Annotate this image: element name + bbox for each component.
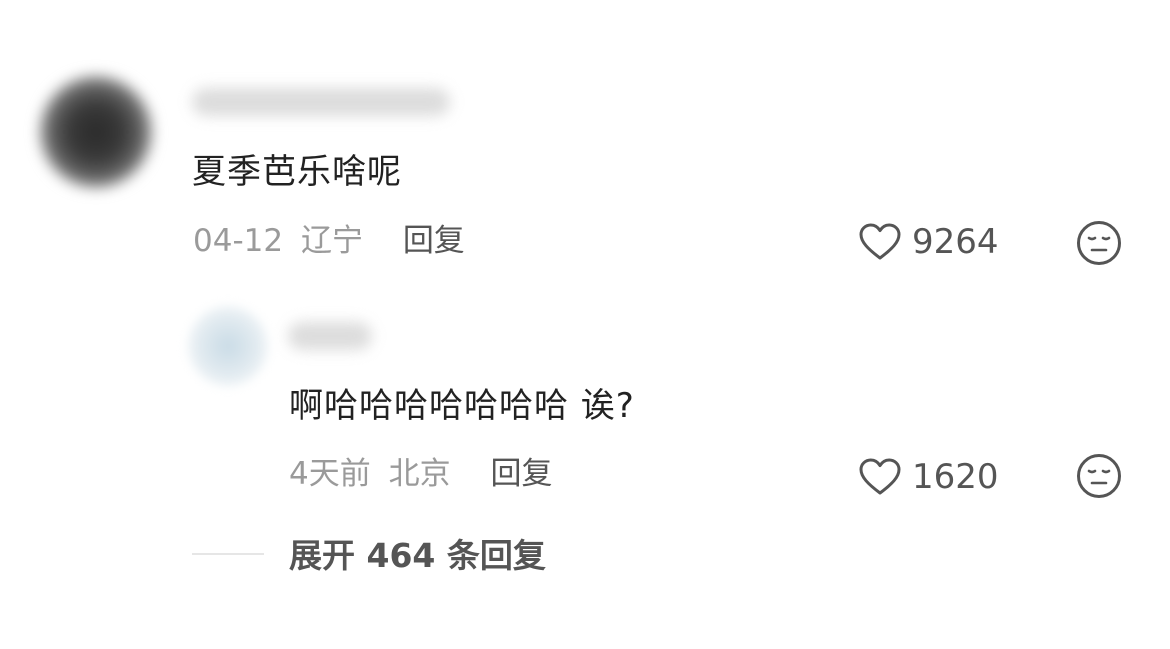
heart-outline-icon bbox=[859, 223, 901, 260]
reaction-button[interactable] bbox=[1076, 220, 1122, 266]
reply-reaction-button[interactable] bbox=[1076, 453, 1122, 499]
comment-location: 辽宁 bbox=[300, 223, 363, 259]
reply-username-blurred[interactable] bbox=[288, 322, 372, 350]
heart-outline-icon bbox=[859, 458, 901, 495]
comment-meta: 04-12 辽宁 回复 bbox=[193, 223, 465, 259]
expand-divider bbox=[192, 553, 264, 555]
reply-button[interactable]: 回复 bbox=[403, 223, 465, 259]
like-button[interactable]: 9264 bbox=[858, 222, 999, 262]
neutral-face-icon bbox=[1077, 454, 1121, 498]
reply-location: 北京 bbox=[388, 456, 451, 492]
comment-text: 夏季芭乐啥呢 bbox=[192, 152, 402, 192]
username-blurred[interactable] bbox=[192, 88, 450, 116]
reply-meta: 4天前 北京 回复 bbox=[289, 456, 552, 492]
expand-replies-button[interactable]: 展开 464 条回复 bbox=[289, 536, 546, 576]
comment-date: 04-12 bbox=[193, 223, 284, 259]
reply-text: 啊哈哈哈哈哈哈哈 诶? bbox=[289, 386, 635, 426]
neutral-face-icon bbox=[1077, 221, 1121, 265]
reply-like-count: 1620 bbox=[912, 457, 999, 497]
reply-date: 4天前 bbox=[289, 456, 371, 492]
reply-avatar[interactable] bbox=[188, 306, 268, 386]
reply-reply-button[interactable]: 回复 bbox=[490, 456, 552, 492]
avatar[interactable] bbox=[40, 76, 152, 188]
reply-like-button[interactable]: 1620 bbox=[858, 457, 999, 497]
like-count: 9264 bbox=[912, 222, 999, 262]
